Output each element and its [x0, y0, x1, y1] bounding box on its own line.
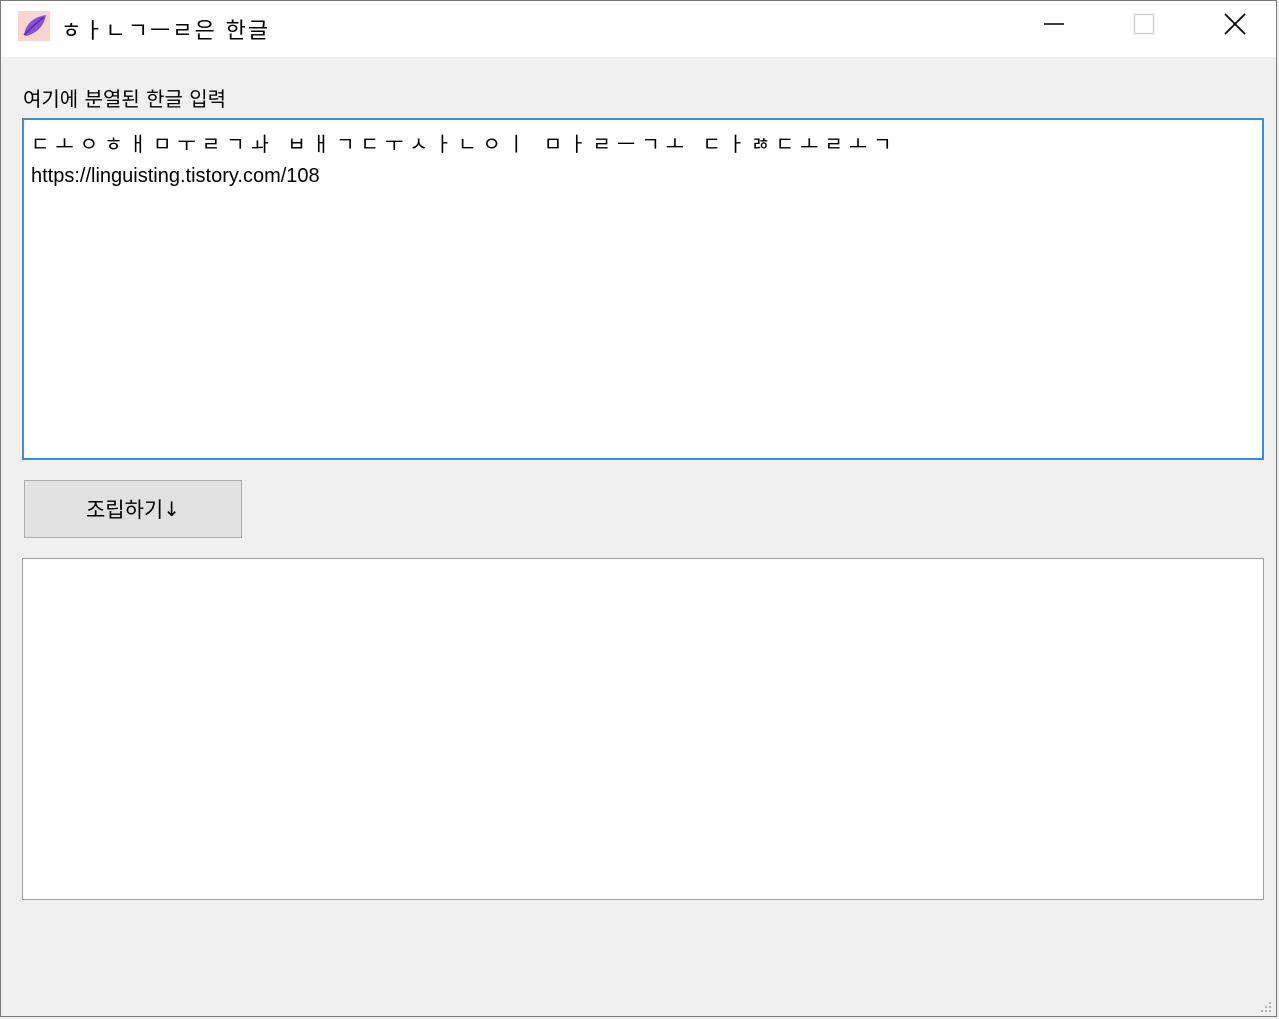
input-line: https://linguisting.tistory.com/108: [31, 165, 320, 187]
maximize-button[interactable]: [1099, 1, 1189, 51]
resize-grip-icon[interactable]: [1258, 998, 1272, 1012]
app-icon: [18, 11, 50, 41]
down-arrow-icon: ↓: [163, 497, 181, 521]
input-label: 여기에 분열된 한글 입력: [23, 87, 227, 111]
minimize-button[interactable]: [1009, 1, 1099, 51]
title-bar[interactable]: ㅎㅏㄴㄱㅡㄹ은 한글: [1, 1, 1276, 57]
output-textarea[interactable]: [22, 558, 1264, 900]
input-line: ㄷㅗㅇㅎㅐㅁㅜㄹㄱㅘ ㅂㅐㄱㄷㅜㅅㅏㄴㅇㅣ ㅁㅏㄹㅡㄱㅗ ㄷㅏㅀㄷㅗㄹㅗㄱ: [31, 132, 898, 156]
assemble-button[interactable]: 조립하기 ↓: [24, 480, 242, 538]
minimize-icon: [1043, 13, 1065, 39]
window-title: ㅎㅏㄴㄱㅡㄹ은 한글: [61, 19, 271, 44]
input-textarea[interactable]: ㄷㅗㅇㅎㅐㅁㅜㄹㄱㅘ ㅂㅐㄱㄷㅜㅅㅏㄴㅇㅣ ㅁㅏㄹㅡㄱㅗ ㄷㅏㅀㄷㅗㄹㅗㄱ htt…: [22, 118, 1264, 460]
maximize-icon: [1133, 13, 1155, 39]
assemble-button-label: 조립하기: [85, 498, 164, 522]
app-window: ㅎㅏㄴㄱㅡㄹ은 한글 여기에 분열된 한글 입력 ㄷㅗㅇㅎㅐㅁㅜㄹㄱㅘ ㅂㅐㄱㄷ…: [0, 0, 1277, 1017]
close-button[interactable]: [1190, 1, 1279, 51]
close-icon: [1223, 12, 1247, 40]
